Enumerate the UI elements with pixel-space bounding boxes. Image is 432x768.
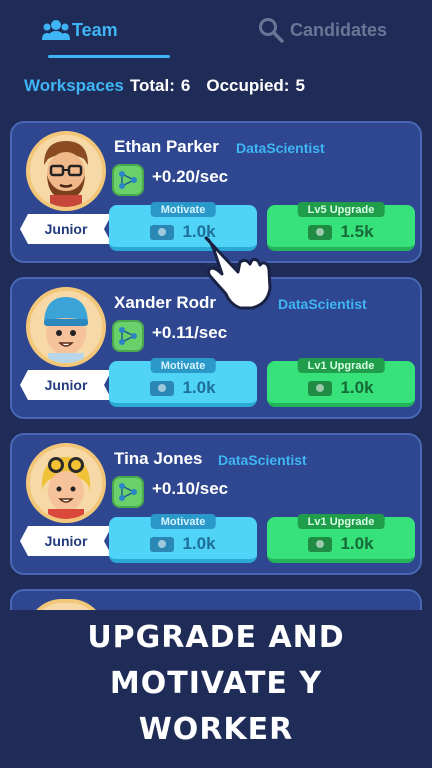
upgrade-cost: 1.5k — [340, 222, 374, 241]
upgrade-button[interactable]: Lv5 Upgrade 1.5k — [267, 202, 415, 251]
upgrade-button[interactable]: Lv1 Upgrade 1.0k — [267, 358, 415, 407]
search-icon — [259, 18, 284, 43]
motivate-button[interactable]: Motivate 1.0k — [109, 358, 257, 407]
tab-candidates-label: Candidates — [290, 19, 388, 40]
hand-pointer-icon — [204, 236, 272, 310]
cash-icon — [308, 380, 333, 396]
banner-line-2: MOTIVATE Y — [109, 666, 323, 701]
team-icon — [42, 20, 70, 40]
tab-bar: Team Candidates — [0, 0, 432, 60]
total-label: Total: — [129, 76, 175, 95]
upgrade-cost: 1.0k — [340, 378, 374, 397]
occupied-value: 5 — [295, 76, 305, 95]
worker-role: DataScientist — [236, 140, 325, 156]
motivate-button[interactable]: Motivate 1.0k — [109, 514, 257, 563]
cash-icon — [150, 380, 175, 396]
motivate-label: Motivate — [150, 202, 216, 217]
upgrade-label: Lv1 Upgrade — [297, 358, 385, 373]
cash-icon — [308, 224, 333, 240]
motivate-label: Motivate — [150, 514, 216, 529]
workspace-stats: Workspaces Total: 6 Occupied: 5 — [24, 76, 305, 96]
worker-role: DataScientist — [218, 452, 307, 468]
tab-team-label: Team — [72, 19, 118, 40]
workspaces-label: Workspaces — [24, 76, 124, 95]
cash-icon — [308, 536, 333, 552]
earning-rate: +0.11/sec — [152, 323, 228, 342]
occupied-label: Occupied: — [206, 76, 290, 95]
avatar — [26, 131, 106, 211]
earning-rate: +0.20/sec — [152, 167, 229, 186]
worker-card: Tina Jones DataScientist +0.10/sec Junio… — [10, 433, 422, 575]
network-icon — [112, 476, 144, 508]
cash-icon — [150, 536, 175, 552]
tab-candidates[interactable]: Candidates — [258, 0, 387, 60]
banner-line-1: UPGRADE AND — [87, 620, 345, 655]
network-icon — [112, 320, 144, 352]
earning-rate: +0.10/sec — [152, 479, 229, 498]
cash-icon — [150, 224, 175, 240]
worker-role: DataScientist — [278, 296, 367, 312]
motivate-cost: 1.0k — [182, 378, 216, 397]
avatar — [26, 287, 106, 367]
total-value: 6 — [180, 76, 191, 95]
upgrade-label: Lv5 Upgrade — [297, 202, 385, 217]
upgrade-button[interactable]: Lv1 Upgrade 1.0k — [267, 514, 415, 563]
motivate-cost: 1.0k — [182, 534, 216, 553]
motivate-label: Motivate — [150, 358, 216, 373]
level-badge: Junior — [20, 214, 112, 244]
worker-name: Ethan Parker — [114, 137, 219, 156]
avatar — [26, 443, 106, 523]
worker-name: Tina Jones — [114, 449, 203, 468]
level-badge: Junior — [20, 370, 112, 400]
network-icon — [112, 164, 144, 196]
active-tab-indicator — [48, 55, 170, 58]
level-badge: Junior — [20, 526, 112, 556]
banner-line-3: WORKER — [138, 712, 294, 747]
upgrade-label: Lv1 Upgrade — [297, 514, 385, 529]
tab-team[interactable]: Team — [42, 0, 118, 60]
upgrade-cost: 1.0k — [340, 534, 374, 553]
